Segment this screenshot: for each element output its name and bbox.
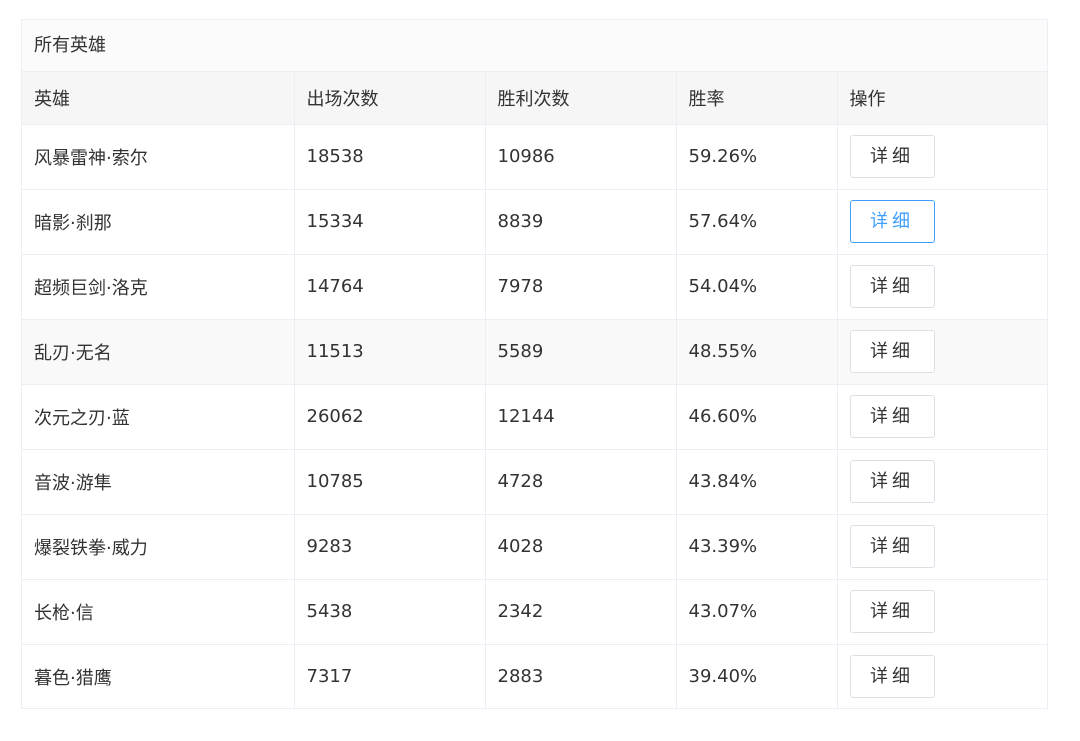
table-row: 长枪·信 5438 2342 43.07% 详细 <box>22 579 1047 645</box>
column-header-wins: 胜利次数 <box>485 72 677 125</box>
table-row: 爆裂铁拳·威力 9283 4028 43.39% 详细 <box>22 514 1047 580</box>
win-rate-cell: 43.07% <box>676 579 838 645</box>
appearances-cell: 10785 <box>294 449 486 515</box>
action-cell: 详细 <box>837 579 1047 645</box>
appearances-cell: 18538 <box>294 124 486 190</box>
hero-name: 超频巨剑·洛克 <box>22 254 295 320</box>
table-row: 乱刃·无名 11513 5589 48.55% 详细 <box>22 319 1047 385</box>
appearances-cell: 14764 <box>294 254 486 320</box>
action-cell: 详细 <box>837 124 1047 190</box>
hero-name: 风暴雷神·索尔 <box>22 124 295 190</box>
hero-name: 乱刃·无名 <box>22 319 295 385</box>
detail-button[interactable]: 详细 <box>849 525 935 568</box>
wins-cell: 10986 <box>485 124 677 190</box>
table-row: 次元之刃·蓝 26062 12144 46.60% 详细 <box>22 384 1047 450</box>
action-cell: 详细 <box>837 449 1047 515</box>
all-heroes-card: 所有英雄 英雄 出场次数 胜利次数 胜率 操作 风暴雷神·索尔 18538 10… <box>21 19 1048 709</box>
appearances-cell: 9283 <box>294 514 486 580</box>
action-cell: 详细 <box>837 319 1047 385</box>
hero-name: 长枪·信 <box>22 579 295 645</box>
table-row: 暗影·刹那 15334 8839 57.64% 详细 <box>22 189 1047 255</box>
win-rate-cell: 43.39% <box>676 514 838 580</box>
card-title: 所有英雄 <box>22 20 1047 72</box>
detail-button[interactable]: 详细 <box>849 460 935 503</box>
hero-name: 次元之刃·蓝 <box>22 384 295 450</box>
hero-name: 音波·游隼 <box>22 449 295 515</box>
wins-cell: 8839 <box>485 189 677 255</box>
wins-cell: 12144 <box>485 384 677 450</box>
action-cell: 详细 <box>837 254 1047 320</box>
wins-cell: 2342 <box>485 579 677 645</box>
table-row: 超频巨剑·洛克 14764 7978 54.04% 详细 <box>22 254 1047 320</box>
detail-button[interactable]: 详细 <box>849 655 935 699</box>
win-rate-cell: 57.64% <box>676 189 838 255</box>
appearances-cell: 11513 <box>294 319 486 385</box>
action-cell: 详细 <box>837 384 1047 450</box>
detail-button[interactable]: 详细 <box>849 395 935 438</box>
wins-cell: 4728 <box>485 449 677 515</box>
win-rate-cell: 46.60% <box>676 384 838 450</box>
table-row: 音波·游隼 10785 4728 43.84% 详细 <box>22 449 1047 515</box>
column-header-action: 操作 <box>837 72 1047 125</box>
detail-button[interactable]: 详细 <box>849 265 935 308</box>
win-rate-cell: 43.84% <box>676 449 838 515</box>
hero-name: 爆裂铁拳·威力 <box>22 514 295 580</box>
detail-button[interactable]: 详细 <box>849 590 935 633</box>
wins-cell: 4028 <box>485 514 677 580</box>
wins-cell: 7978 <box>485 254 677 320</box>
detail-button[interactable]: 详细 <box>849 200 935 243</box>
appearances-cell: 26062 <box>294 384 486 450</box>
hero-name: 暗影·刹那 <box>22 189 295 255</box>
column-header-appearances: 出场次数 <box>294 72 486 125</box>
wins-cell: 2883 <box>485 644 677 709</box>
column-header-hero: 英雄 <box>22 72 295 125</box>
win-rate-cell: 48.55% <box>676 319 838 385</box>
action-cell: 详细 <box>837 644 1047 709</box>
win-rate-cell: 54.04% <box>676 254 838 320</box>
detail-button[interactable]: 详细 <box>849 135 935 178</box>
appearances-cell: 15334 <box>294 189 486 255</box>
hero-stats-table: 英雄 出场次数 胜利次数 胜率 操作 风暴雷神·索尔 18538 10986 5… <box>22 72 1047 709</box>
table-row: 风暴雷神·索尔 18538 10986 59.26% 详细 <box>22 124 1047 190</box>
table-header-row: 英雄 出场次数 胜利次数 胜率 操作 <box>22 72 1047 125</box>
action-cell: 详细 <box>837 189 1047 255</box>
appearances-cell: 5438 <box>294 579 486 645</box>
detail-button[interactable]: 详细 <box>849 330 935 373</box>
table-row: 暮色·猎鹰 7317 2883 39.40% 详细 <box>22 644 1047 709</box>
appearances-cell: 7317 <box>294 644 486 709</box>
column-header-win-rate: 胜率 <box>676 72 838 125</box>
wins-cell: 5589 <box>485 319 677 385</box>
action-cell: 详细 <box>837 514 1047 580</box>
win-rate-cell: 59.26% <box>676 124 838 190</box>
win-rate-cell: 39.40% <box>676 644 838 709</box>
hero-name: 暮色·猎鹰 <box>22 644 295 709</box>
